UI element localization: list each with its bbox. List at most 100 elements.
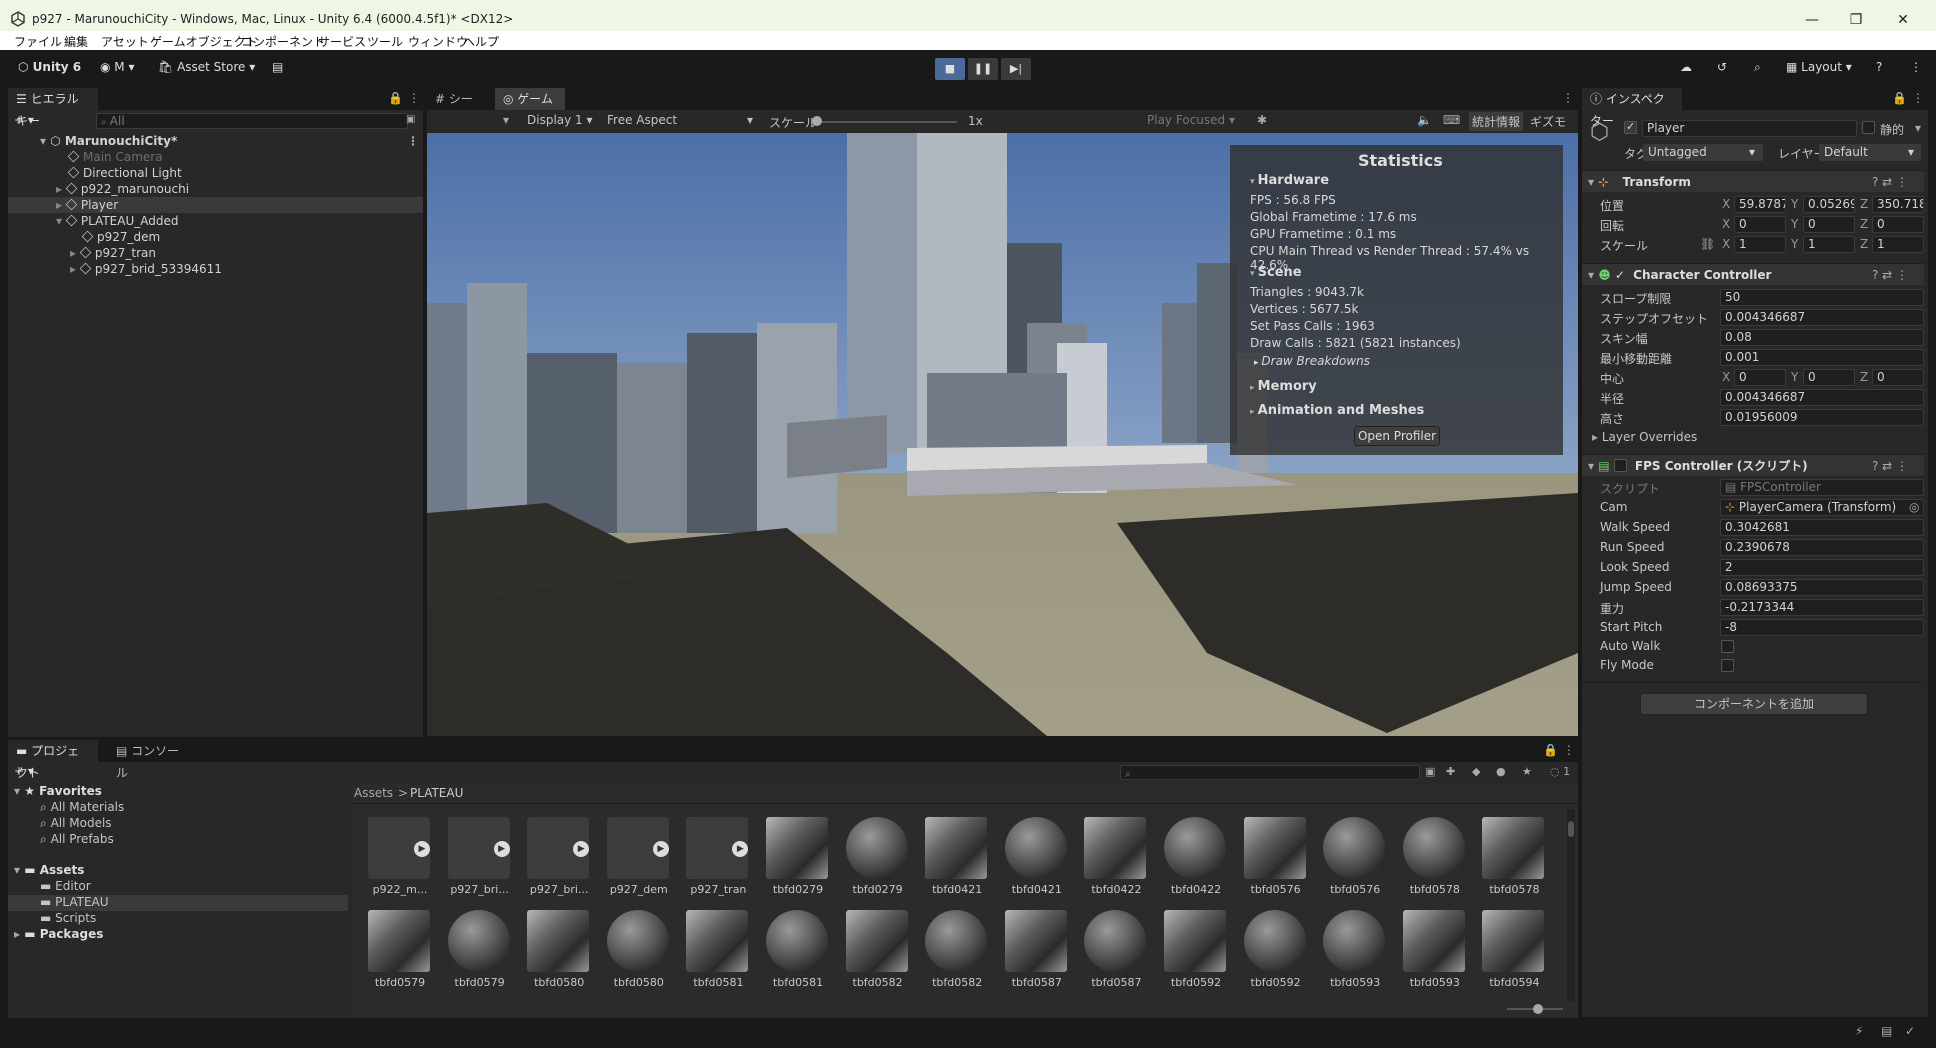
hierarchy-menu-icon[interactable]: ⋮ [408,91,420,105]
assets-folder[interactable]: ▾ ▬ Assets [14,863,84,877]
packages-folder[interactable]: ▸ ▬ Packages [14,927,103,941]
folder-scripts[interactable]: ▬ Scripts [40,911,96,925]
favorite-star-icon[interactable]: ★ [1522,765,1532,778]
asset-grid-scrollbar[interactable] [1567,809,1575,1001]
menu-services[interactable]: サービス [318,33,366,50]
auto-walk-checkbox[interactable] [1721,640,1734,653]
cache-icon[interactable]: ▤ [1881,1024,1892,1038]
filter-label-icon[interactable]: ✚ [1446,765,1455,778]
scale-link-icon[interactable]: ⛓ [1700,237,1715,251]
fps-controller-header[interactable]: ▾ ▤ FPS Controller (スクリプト)? ⇄ ⋮ [1582,454,1924,476]
menu-edit[interactable]: 編集 [64,33,88,50]
play-preview-icon[interactable]: ▶ [493,841,510,857]
package-icon[interactable]: ▤ [272,60,283,74]
account-button[interactable]: ◉ M ▾ [100,60,135,74]
folder-editor[interactable]: ▬ Editor [40,879,91,893]
hierarchy-item-scene[interactable]: ▾ ⬡ MarunouchiCity* ⋮ [40,133,423,149]
center-x-field[interactable]: 0 [1734,369,1786,386]
fav-all-materials[interactable]: ⌕ All Materials [40,800,124,815]
folder-plateau[interactable]: ▬ PLATEAU [8,895,348,911]
slope-limit-field[interactable]: 50 [1720,289,1924,306]
static-dropdown-icon[interactable]: ▾ [1915,121,1921,135]
step-offset-field[interactable]: 0.004346687 [1720,309,1924,326]
tab-inspector[interactable]: ⓘ インスペクター [1582,88,1682,128]
play-preview-icon[interactable]: ▶ [414,841,430,857]
tab-console[interactable]: ▤ コンソール [108,740,188,780]
project-lock-icon[interactable]: 🔒 [1543,743,1558,757]
step-button[interactable]: ▶| [1001,58,1031,80]
animation-section[interactable]: ▸ Animation and Meshes [1250,403,1424,418]
center-z-field[interactable]: 0 [1872,369,1924,386]
object-name-field[interactable]: Player [1642,120,1857,137]
menu-component[interactable]: コンポーネント [241,33,325,50]
inspector-menu-icon[interactable]: ⋮ [1912,91,1924,105]
hierarchy-item-p927-tran[interactable]: ▸ p927_tran [70,245,156,261]
help-icon[interactable]: ? [1876,60,1882,74]
maximize-button[interactable]: ❐ [1833,6,1879,34]
project-add-button[interactable]: + ▾ [14,764,34,778]
walk-speed-field[interactable]: 0.3042681 [1720,519,1924,536]
thumbnail-size-handle[interactable] [1533,1004,1543,1014]
hierarchy-item-directional-light[interactable]: Directional Light [67,165,182,181]
stats-toggle[interactable]: 統計情報 [1469,112,1524,131]
info-icon[interactable]: ● [1496,765,1506,778]
menu-assets[interactable]: アセット [101,33,149,50]
hierarchy-item-main-camera[interactable]: Main Camera [67,149,163,165]
play-focused-dropdown[interactable]: Play Focused ▾ [1147,113,1235,127]
start-pitch-field[interactable]: -8 [1720,619,1924,636]
tab-hierarchy[interactable]: ☰ ヒエラルキー [8,88,98,128]
scale-slider-handle[interactable] [812,116,822,126]
fav-all-prefabs[interactable]: ⌕ All Prefabs [40,832,114,847]
min-move-distance-field[interactable]: 0.001 [1720,349,1924,366]
position-y-field[interactable]: 0.05269 [1803,196,1855,213]
gravity-field[interactable]: -0.2173344 [1720,599,1924,616]
display-dropdown[interactable]: Display 1 ▾ [527,113,593,127]
transform-header[interactable]: ▾ ⊹ Transform? ⇄ ⋮ [1582,170,1924,192]
lock-icon[interactable]: 🔒 [388,91,403,105]
filter-type-icon[interactable]: ▣ [1425,765,1435,778]
look-speed-field[interactable]: 2 [1720,559,1924,576]
add-component-button[interactable]: コンポーネントを追加 [1640,693,1868,715]
pause-button[interactable]: ❚❚ [968,58,998,80]
network-icon[interactable]: ⚡ [1855,1024,1863,1038]
menu-tools[interactable]: ツール [367,33,403,50]
character-controller-header[interactable]: ▾ ☻ ✓ Character Controller? ⇄ ⋮ [1582,263,1924,285]
open-profiler-button[interactable]: Open Profiler [1354,426,1440,446]
hierarchy-search-input[interactable]: ⌕ All [96,113,408,129]
tag-icon[interactable]: ◆ [1472,765,1480,778]
scale-z-field[interactable]: 1 [1872,236,1924,253]
scene-visibility-icon[interactable]: ▣ [406,114,415,125]
keyboard-icon[interactable]: ⌨ [1443,113,1460,127]
fav-all-models[interactable]: ⌕ All Models [40,816,112,831]
cloud-icon[interactable]: ☁ [1680,60,1692,74]
fly-mode-checkbox[interactable] [1721,659,1734,672]
position-x-field[interactable]: 59.8787 [1734,196,1786,213]
position-z-field[interactable]: 350.718 [1872,196,1924,213]
scale-x-field[interactable]: 1 [1734,236,1786,253]
layer-overrides-foldout[interactable]: ▸ Layer Overrides [1592,430,1697,444]
scale-slider-track[interactable] [817,121,957,123]
tab-game[interactable]: ◎ ゲーム [495,88,565,110]
menu-window[interactable]: ウィンドウ [408,33,468,50]
history-icon[interactable]: ↺ [1717,60,1727,74]
tab-project[interactable]: ▬ プロジェクト [8,740,98,780]
game-menu-icon[interactable]: ⋮ [1562,91,1574,105]
minimize-button[interactable]: — [1789,6,1835,34]
play-button[interactable]: ■ [935,58,965,80]
cam-field[interactable]: ⊹ PlayerCamera (Transform) ◎ [1720,499,1924,516]
scene-section[interactable]: ▾ Scene [1250,265,1302,280]
tag-dropdown[interactable]: Untagged ▾ [1643,144,1763,161]
favorites-section[interactable]: ▾ ★ Favorites [14,784,102,798]
layout-dropdown[interactable]: ▦ Layout ▾ [1786,60,1852,74]
active-checkbox[interactable]: ✓ [1624,120,1637,134]
menu-file[interactable]: ファイル [14,33,62,50]
skin-width-field[interactable]: 0.08 [1720,329,1924,346]
memory-section[interactable]: ▸ Memory [1250,379,1317,394]
inspector-lock-icon[interactable]: 🔒 [1892,91,1907,105]
height-field[interactable]: 0.01956009 [1720,409,1924,426]
hierarchy-item-p927-brid[interactable]: ▸ p927_brid_53394611 [70,261,222,277]
project-menu-icon[interactable]: ⋮ [1563,743,1575,757]
draw-breakdowns-foldout[interactable]: ▸ Draw Breakdowns [1254,354,1370,368]
hidden-packages-toggle[interactable]: ◌ 1 [1550,765,1570,778]
game-view-dropdown[interactable]: ▾ [503,113,509,127]
